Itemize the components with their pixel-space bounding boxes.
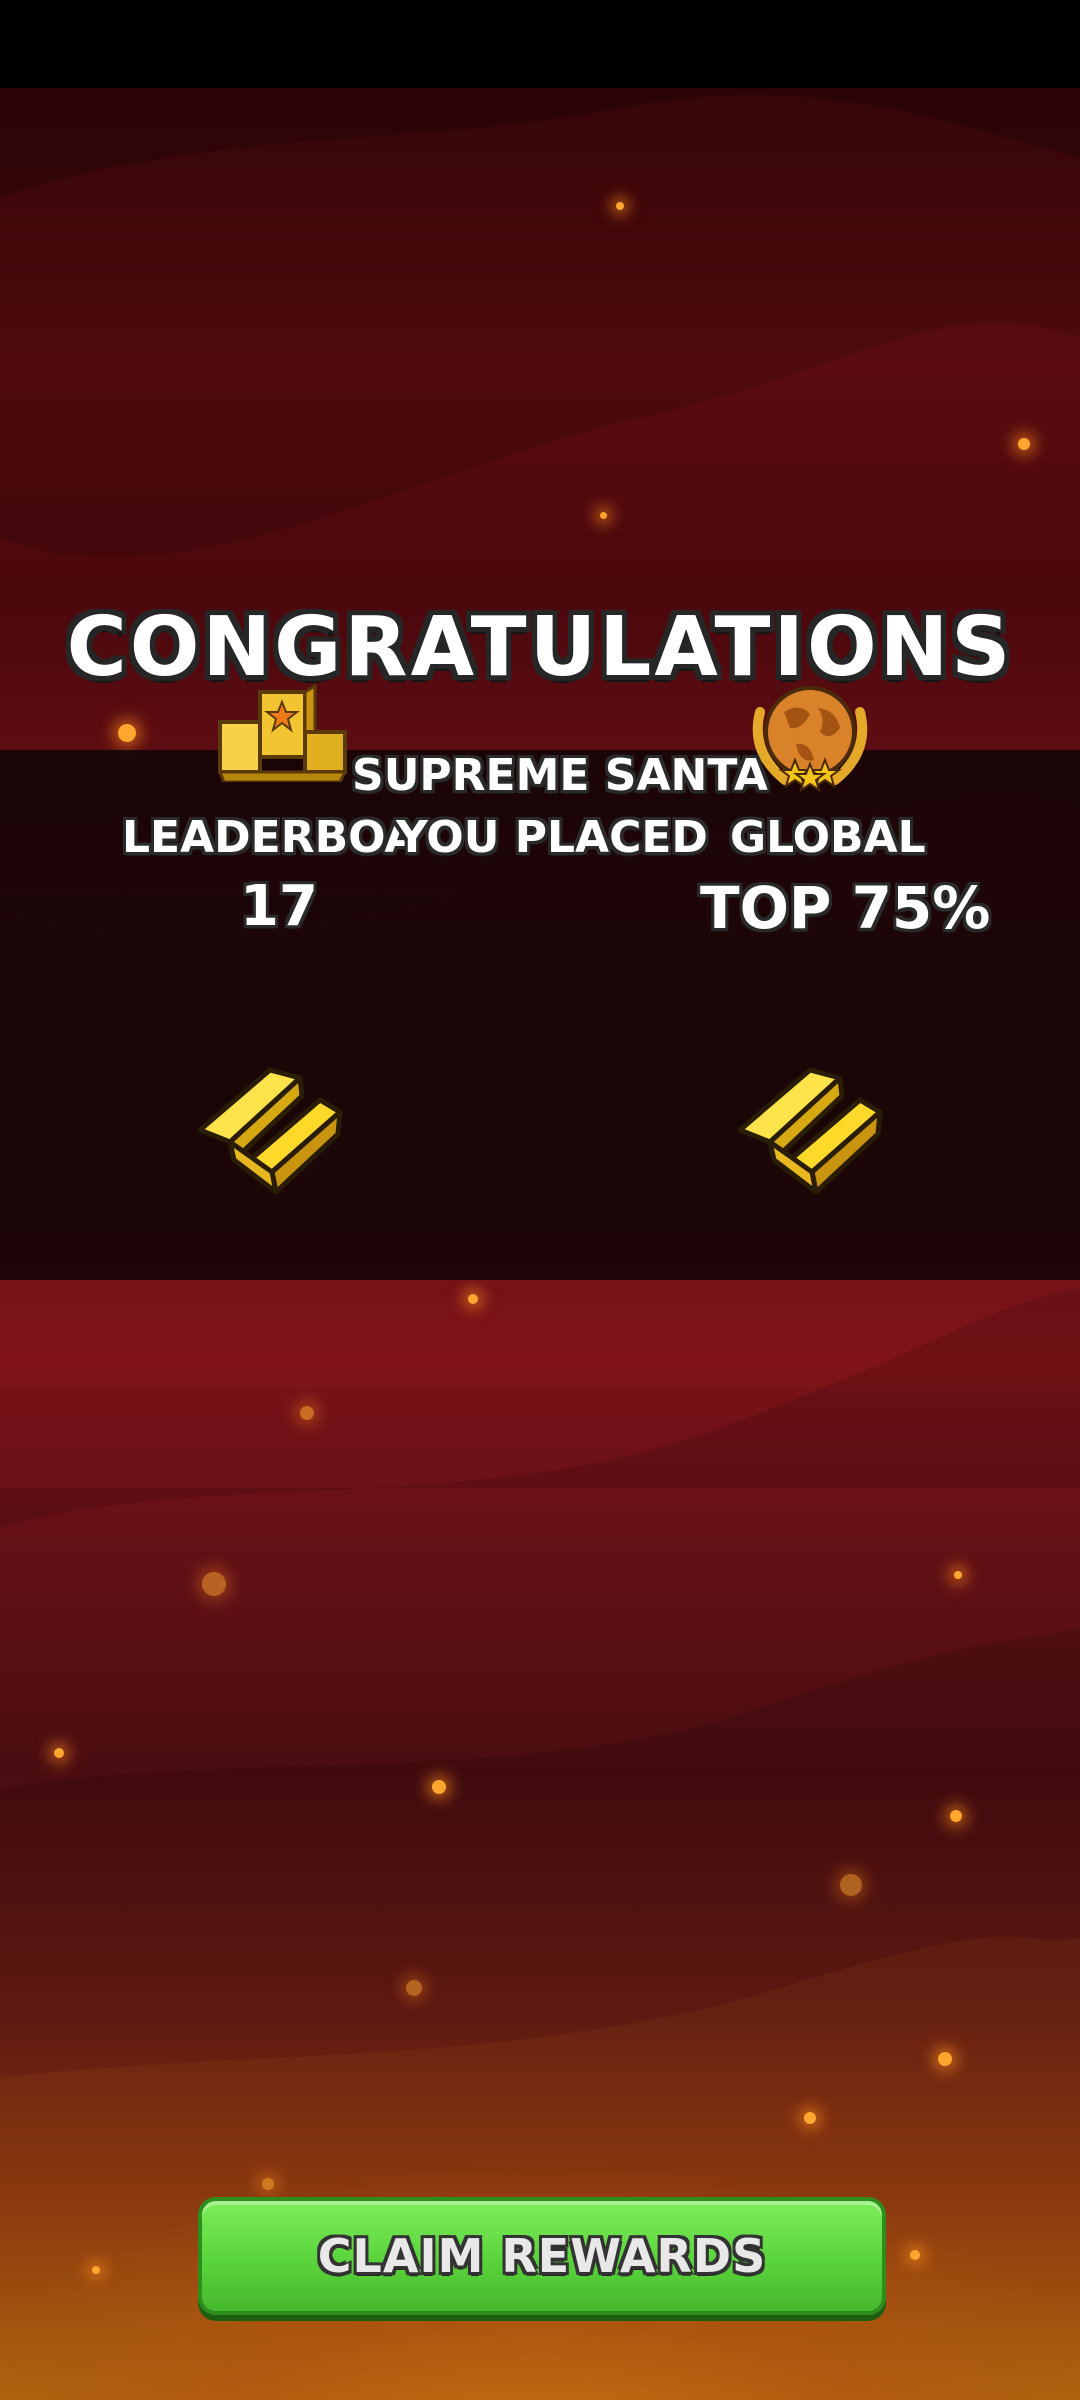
ember (202, 1572, 226, 1596)
ember (118, 724, 136, 742)
global-percentile: TOP 75% (700, 874, 991, 942)
gold-bars-icon (737, 1067, 883, 1195)
ember (54, 1748, 64, 1758)
claim-rewards-label: CLAIM REWARDS (317, 2229, 767, 2283)
podium-icon (217, 683, 348, 782)
ember (468, 1294, 478, 1304)
ember (300, 1406, 314, 1420)
ember (432, 1780, 446, 1794)
ember (804, 2112, 816, 2124)
ember (1018, 438, 1030, 450)
ember (938, 2052, 952, 2066)
gold-bars-icon (197, 1067, 343, 1195)
leaderboard-label: LEADERBOARD (122, 812, 406, 863)
ember (840, 1874, 862, 1896)
event-name: SUPREME SANTA (352, 750, 768, 801)
leaderboard-rank: 17 (240, 874, 318, 939)
ember (600, 512, 607, 519)
claim-rewards-button[interactable]: CLAIM REWARDS (198, 2197, 886, 2315)
ember (92, 2266, 100, 2274)
status-bar (0, 0, 1080, 88)
page-title: CONGRATULATIONS (66, 600, 1014, 695)
global-label: GLOBAL (730, 812, 926, 863)
ember (616, 202, 624, 210)
ember (406, 1980, 422, 1996)
ember (954, 1571, 962, 1579)
ember (262, 2178, 274, 2190)
ember (950, 1810, 962, 1822)
you-placed-label: YOU PLACED (396, 812, 708, 863)
ember (910, 2250, 920, 2260)
